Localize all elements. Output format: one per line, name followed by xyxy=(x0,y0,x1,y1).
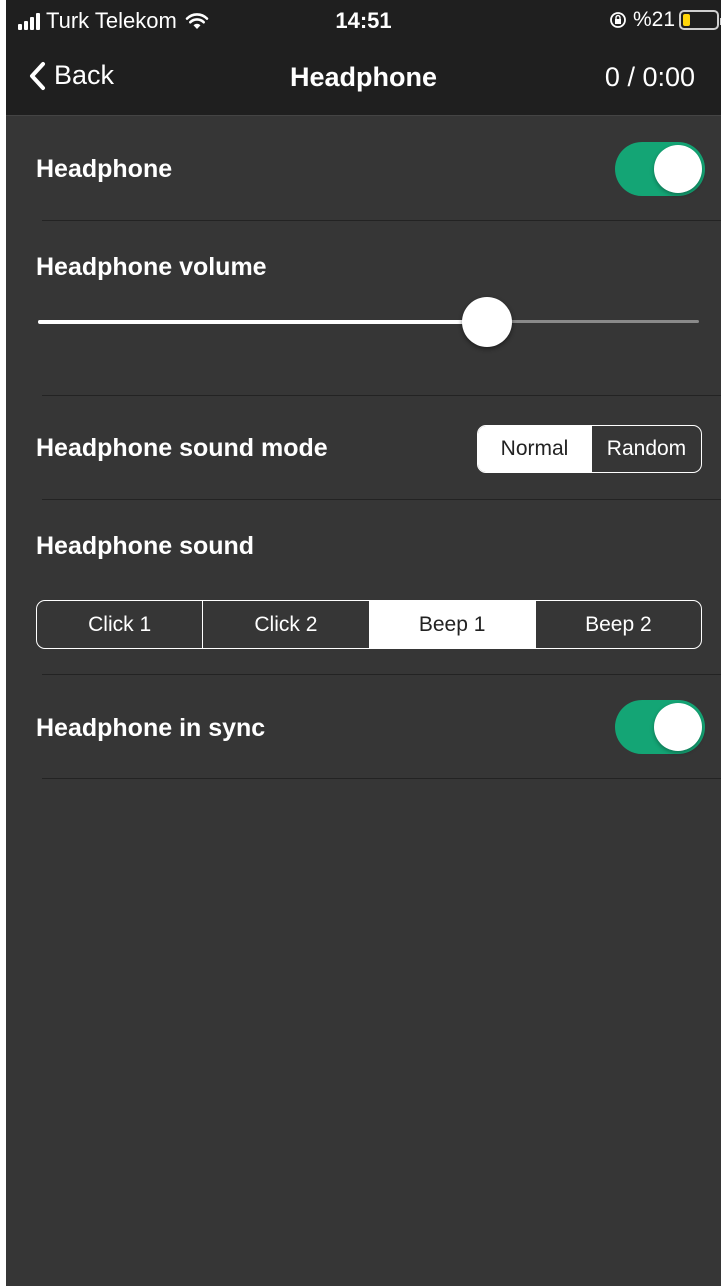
headphone-sound-mode-label: Headphone sound mode xyxy=(36,434,328,462)
orientation-lock-icon xyxy=(610,12,626,28)
divider xyxy=(42,220,721,221)
status-bar: Turk Telekom 14:51 %21 xyxy=(6,0,721,42)
battery-icon xyxy=(679,10,721,30)
battery-fill xyxy=(683,14,690,26)
headphone-volume-label: Headphone volume xyxy=(36,253,267,281)
headphone-toggle[interactable] xyxy=(615,142,705,196)
sound-mode-option-random[interactable]: Random xyxy=(591,426,701,472)
headphone-in-sync-toggle[interactable] xyxy=(615,700,705,754)
toggle-knob xyxy=(654,145,702,193)
battery-percent: %21 xyxy=(632,8,675,31)
toggle-knob xyxy=(654,703,702,751)
divider xyxy=(42,499,721,500)
sound-option-click-2[interactable]: Click 2 xyxy=(202,601,368,648)
volume-slider[interactable] xyxy=(38,297,699,347)
divider xyxy=(42,778,721,779)
navigation-bar: Back Headphone 0 / 0:00 xyxy=(6,42,721,116)
sound-option-beep-1[interactable]: Beep 1 xyxy=(368,601,535,648)
sound-option-beep-2[interactable]: Beep 2 xyxy=(534,601,701,648)
sound-mode-option-normal[interactable]: Normal xyxy=(478,426,591,472)
sound-option-click-1[interactable]: Click 1 xyxy=(37,601,202,648)
slider-thumb[interactable] xyxy=(462,297,513,347)
divider xyxy=(42,674,721,675)
app-screen: Turk Telekom 14:51 %21 Back Headphone 0 … xyxy=(6,0,721,1286)
headphone-label: Headphone xyxy=(36,155,173,183)
headphone-in-sync-label: Headphone in sync xyxy=(36,714,266,742)
sound-mode-segmented-control[interactable]: Normal Random xyxy=(477,425,702,473)
slider-fill xyxy=(38,320,488,324)
headphone-sound-label: Headphone sound xyxy=(36,532,255,560)
progress-counter: 0 / 0:00 xyxy=(604,62,695,92)
sound-segmented-control[interactable]: Click 1 Click 2 Beep 1 Beep 2 xyxy=(36,600,702,649)
divider xyxy=(42,395,721,396)
